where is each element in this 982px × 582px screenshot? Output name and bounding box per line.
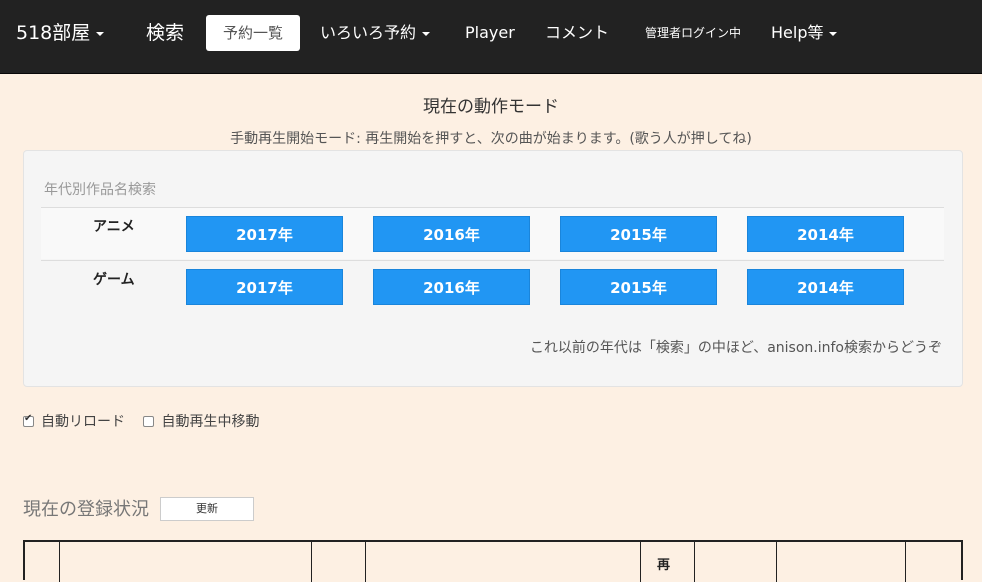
- table-column-divider: [694, 542, 695, 582]
- nav-various-reserve-label: いろいろ予約: [320, 23, 417, 42]
- nav-admin-login[interactable]: 管理者ログイン中: [645, 0, 741, 66]
- table-column-divider: [640, 542, 641, 582]
- table-header-fragment: 再: [657, 558, 671, 573]
- nav-reservation-list[interactable]: 予約一覧: [206, 15, 300, 51]
- nav-help[interactable]: Help等: [771, 0, 838, 66]
- options-checkboxes: 自動リロード 自動再生中移動: [23, 411, 273, 431]
- nav-player[interactable]: Player: [465, 0, 515, 66]
- nav-brand-label: 518部屋: [16, 22, 91, 44]
- registration-title: 現在の登録状況: [23, 499, 149, 520]
- table-column-divider: [59, 542, 60, 582]
- row-label-anime: アニメ: [93, 219, 135, 235]
- game-year-button[interactable]: 2014年: [747, 269, 904, 305]
- navbar: 518部屋 検索 予約一覧 いろいろ予約 Player コメント 管理者ログイン…: [0, 0, 982, 74]
- table-column-divider: [776, 542, 777, 582]
- anime-year-row: アニメ 2017年 2016年 2015年 2014年: [41, 207, 944, 259]
- game-year-row: ゲーム 2017年 2016年 2015年 2014年: [41, 260, 944, 312]
- caret-down-icon: [829, 31, 838, 36]
- older-years-note: これ以前の年代は「検索」の中ほど、anison.info検索からどうぞ: [529, 340, 942, 356]
- auto-reload-checkbox[interactable]: [23, 413, 34, 427]
- registration-table: 再: [23, 540, 963, 582]
- game-year-button[interactable]: 2015年: [560, 269, 717, 305]
- table-column-divider: [311, 542, 312, 582]
- caret-down-icon: [422, 31, 431, 36]
- mode-title: 現在の動作モード: [423, 97, 559, 117]
- mode-description: 手動再生開始モード: 再生開始を押すと、次の曲が始まります。(歌う人が押してね): [230, 131, 752, 147]
- nav-various-reserve[interactable]: いろいろ予約: [320, 0, 431, 66]
- row-label-game: ゲーム: [93, 272, 135, 288]
- anime-year-button[interactable]: 2015年: [560, 216, 717, 252]
- table-column-divider: [365, 542, 366, 582]
- auto-move-checkbox[interactable]: [143, 416, 155, 427]
- table-column-divider: [905, 542, 906, 582]
- auto-move-label: 自動再生中移動: [161, 414, 260, 430]
- panel-heading: 年代別作品名検索: [44, 182, 156, 198]
- year-search-panel: 年代別作品名検索 アニメ 2017年 2016年 2015年 2014年 ゲーム…: [23, 150, 963, 387]
- game-year-button[interactable]: 2017年: [186, 269, 343, 305]
- nav-comment[interactable]: コメント: [545, 0, 609, 66]
- refresh-button[interactable]: 更新: [160, 497, 254, 521]
- nav-brand[interactable]: 518部屋: [16, 0, 105, 66]
- auto-reload-label: 自動リロード: [41, 414, 125, 430]
- anime-year-button[interactable]: 2016年: [373, 216, 530, 252]
- nav-help-label: Help等: [771, 23, 824, 42]
- game-year-button[interactable]: 2016年: [373, 269, 530, 305]
- anime-year-button[interactable]: 2014年: [747, 216, 904, 252]
- nav-search[interactable]: 検索: [146, 0, 184, 66]
- caret-down-icon: [96, 31, 105, 36]
- anime-year-button[interactable]: 2017年: [186, 216, 343, 252]
